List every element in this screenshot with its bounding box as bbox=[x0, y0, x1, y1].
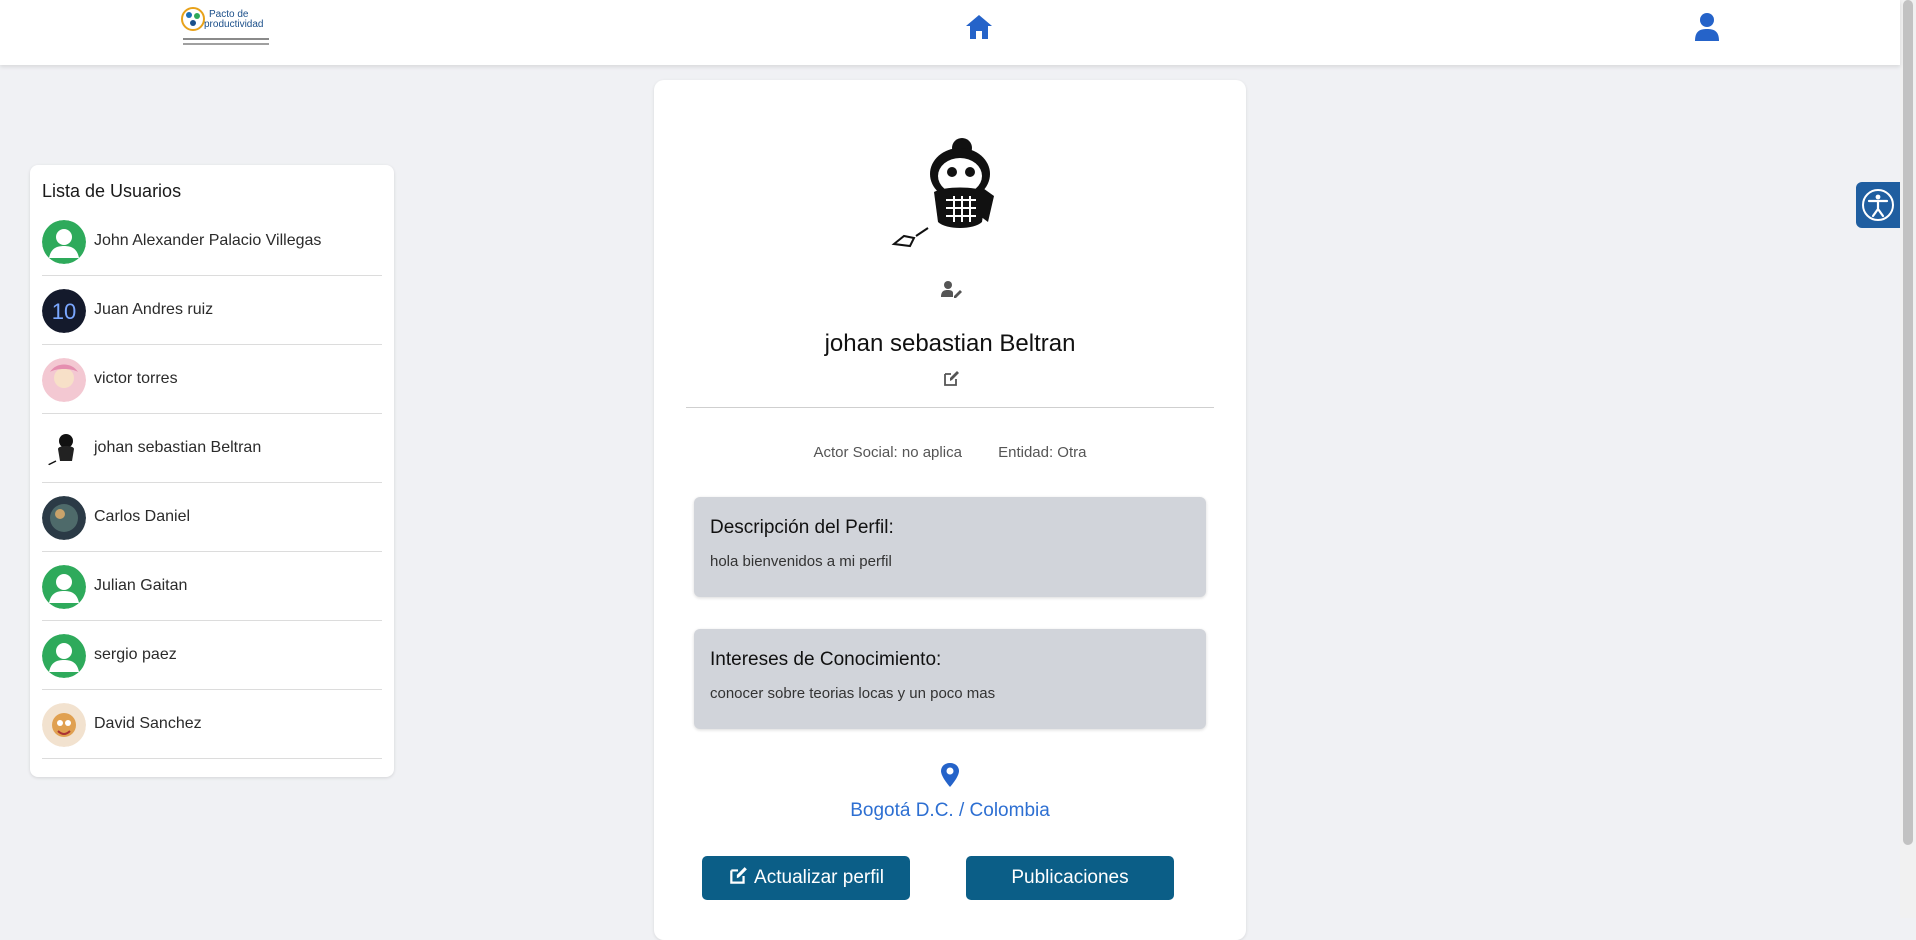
photo-avatar-icon bbox=[42, 703, 86, 747]
interests-box: Intereses de Conocimiento: conocer sobre… bbox=[694, 629, 1206, 729]
avatar bbox=[42, 220, 86, 264]
user-name: John Alexander Palacio Villegas bbox=[94, 232, 322, 249]
logo-emblem-icon bbox=[181, 7, 205, 31]
profile-picture[interactable] bbox=[884, 126, 1014, 256]
location-link[interactable]: Bogotá D.C. / Colombia bbox=[654, 800, 1246, 822]
interests-title: Intereses de Conocimiento: bbox=[710, 649, 942, 670]
update-profile-button[interactable]: Actualizar perfil bbox=[702, 856, 910, 900]
list-item[interactable]: Carlos Daniel bbox=[42, 483, 382, 552]
update-profile-label: Actualizar perfil bbox=[754, 867, 884, 888]
page-scrollbar[interactable] bbox=[1900, 0, 1916, 918]
photo-avatar-icon bbox=[42, 496, 86, 540]
home-icon[interactable] bbox=[964, 13, 994, 41]
avatar bbox=[42, 358, 86, 402]
default-avatar-icon bbox=[42, 565, 86, 609]
description-box: Descripción del Perfil: hola bienvenidos… bbox=[694, 497, 1206, 597]
actor-social-label: Actor Social: no aplica bbox=[813, 444, 962, 461]
profile-card: johan sebastian Beltran Actor Social: no… bbox=[654, 80, 1246, 940]
profile-meta: Actor Social: no aplica Entidad: Otra bbox=[654, 444, 1246, 461]
default-avatar-icon bbox=[42, 220, 86, 264]
interests-text: conocer sobre teorias locas y un poco ma… bbox=[710, 685, 996, 702]
edit-icon bbox=[730, 867, 747, 884]
accessibility-button[interactable] bbox=[1856, 182, 1900, 228]
pacto-productividad-logo[interactable]: Pacto de productividad bbox=[180, 4, 270, 50]
users-list-card: Lista de Usuarios John Alexander Palacio… bbox=[30, 165, 394, 777]
location-pin-icon bbox=[941, 763, 959, 787]
photo-avatar-icon: 10 bbox=[42, 289, 86, 333]
users-list-title: Lista de Usuarios bbox=[42, 181, 182, 201]
user-name: sergio paez bbox=[94, 646, 177, 663]
publications-label: Publicaciones bbox=[1011, 867, 1129, 888]
profile-name: johan sebastian Beltran bbox=[824, 330, 1076, 357]
list-item[interactable]: John Alexander Palacio Villegas bbox=[42, 207, 382, 276]
user-name: Carlos Daniel bbox=[94, 508, 191, 525]
photo-avatar-icon bbox=[42, 427, 86, 471]
user-edit-icon bbox=[941, 281, 962, 298]
list-item[interactable]: sergio paez bbox=[42, 621, 382, 690]
entidad-label: Entidad: Otra bbox=[998, 444, 1087, 461]
avatar: 10 bbox=[42, 289, 86, 333]
user-icon[interactable] bbox=[1694, 12, 1720, 42]
list-item[interactable]: johan sebastian Beltran bbox=[42, 414, 382, 483]
svg-text:10: 10 bbox=[52, 299, 76, 324]
user-name: Julian Gaitan bbox=[94, 577, 188, 594]
user-name: johan sebastian Beltran bbox=[94, 439, 262, 456]
list-item[interactable]: 10 Juan Andres ruiz bbox=[42, 276, 382, 345]
logo-tagline-line bbox=[183, 38, 269, 40]
logo-text-line2: productividad bbox=[204, 19, 264, 30]
description-text: hola bienvenidos a mi perfil bbox=[710, 553, 892, 570]
avatar bbox=[42, 703, 86, 747]
profile-divider bbox=[686, 407, 1214, 408]
user-name: David Sanchez bbox=[94, 715, 202, 732]
list-item[interactable]: Julian Gaitan bbox=[42, 552, 382, 621]
description-title: Descripción del Perfil: bbox=[710, 517, 894, 538]
logo-tagline-line bbox=[183, 43, 269, 45]
avatar bbox=[42, 427, 86, 471]
user-name: victor torres bbox=[94, 370, 178, 387]
default-avatar-icon bbox=[42, 634, 86, 678]
photo-avatar-icon bbox=[42, 358, 86, 402]
scrollbar-thumb[interactable] bbox=[1903, 0, 1913, 845]
user-name: Juan Andres ruiz bbox=[94, 301, 214, 318]
edit-icon[interactable] bbox=[942, 370, 960, 388]
user-list: John Alexander Palacio Villegas 10 Juan … bbox=[42, 207, 382, 759]
list-item[interactable]: victor torres bbox=[42, 345, 382, 414]
list-item[interactable]: David Sanchez bbox=[42, 690, 382, 759]
publications-button[interactable]: Publicaciones bbox=[966, 856, 1174, 900]
avatar bbox=[42, 496, 86, 540]
avatar bbox=[42, 565, 86, 609]
avatar bbox=[42, 634, 86, 678]
accessibility-icon bbox=[1862, 189, 1894, 221]
top-navbar: Pacto de productividad bbox=[0, 0, 1900, 65]
